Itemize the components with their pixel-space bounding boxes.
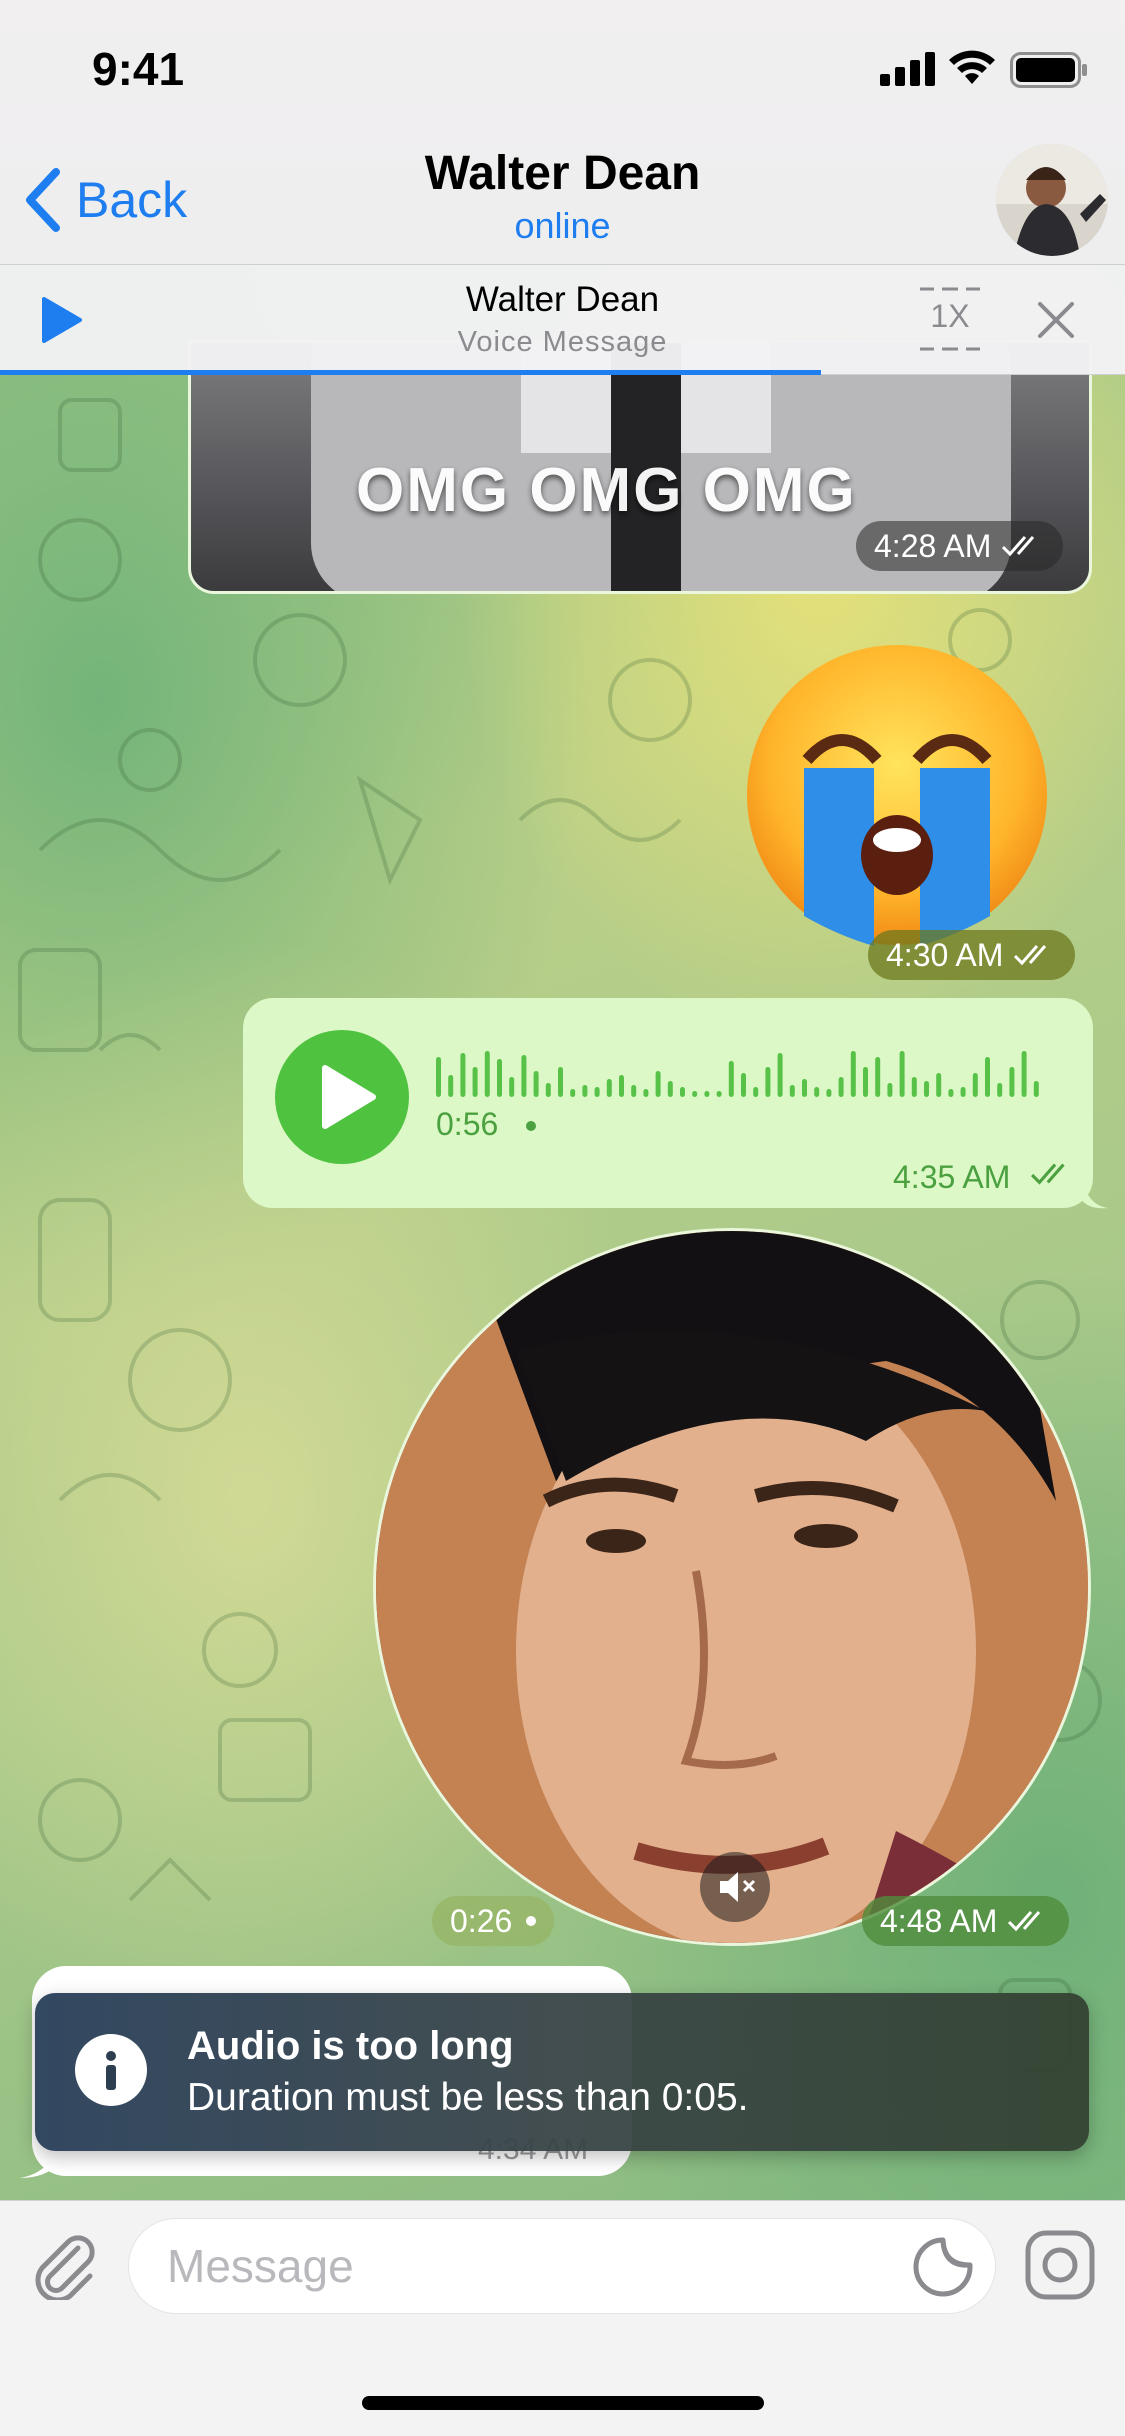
waveform-bar xyxy=(545,1083,551,1097)
waveform-bar xyxy=(533,1071,539,1097)
waveform-bar xyxy=(765,1067,771,1097)
waveform-bar xyxy=(985,1057,990,1097)
cellular-signal-icon xyxy=(880,52,935,86)
waveform-bar xyxy=(997,1083,1003,1097)
waveform-bar xyxy=(826,1089,832,1097)
voice-play-button[interactable] xyxy=(275,1030,409,1164)
waveform-bar xyxy=(972,1073,978,1097)
voice-waveform xyxy=(436,1051,1039,1097)
waveform-bar xyxy=(484,1051,490,1097)
waveform-bar xyxy=(887,1083,893,1097)
message-time-voice: 4:35 AM xyxy=(893,1159,1011,1195)
waveform-bar xyxy=(643,1089,649,1097)
video-message[interactable] xyxy=(373,1228,1091,1946)
message-time-video: 4:48 AM xyxy=(862,1896,1070,1946)
waveform-bar xyxy=(655,1071,661,1097)
waveform-bar xyxy=(863,1067,868,1097)
close-icon[interactable] xyxy=(1036,300,1076,340)
time-label: 4:28 AM xyxy=(874,527,992,564)
status-bar-time: 9:41 xyxy=(92,43,185,95)
waveform-bar xyxy=(936,1073,942,1097)
waveform-bar xyxy=(1009,1067,1015,1097)
waveform-bar xyxy=(899,1051,905,1097)
waveform-bar xyxy=(631,1085,637,1097)
battery-icon xyxy=(1010,52,1087,88)
waveform-bar xyxy=(814,1087,820,1097)
waveform-bar xyxy=(509,1077,515,1097)
video-preview xyxy=(376,1231,1088,1943)
message-input[interactable] xyxy=(128,2218,996,2314)
error-toast[interactable] xyxy=(35,1993,1089,2151)
waveform-bar xyxy=(838,1077,844,1097)
chat-title[interactable]: Walter Dean xyxy=(0,146,1125,201)
home-indicator xyxy=(362,2396,764,2410)
voice-duration: 0:56 xyxy=(436,1106,499,1142)
waveform-bar xyxy=(558,1067,563,1097)
muted-speaker-icon xyxy=(720,1872,756,1902)
time-label: 4:30 AM xyxy=(886,936,1004,973)
waveform-bar xyxy=(924,1081,929,1097)
read-checks-icon xyxy=(1014,945,1047,966)
waveform-bar xyxy=(728,1061,734,1097)
waveform-bar xyxy=(716,1091,722,1097)
waveform-bar xyxy=(777,1053,783,1097)
read-checks-icon xyxy=(1002,536,1035,557)
mute-toggle[interactable] xyxy=(700,1852,770,1922)
toast-message: Duration must be less than 0:05. xyxy=(187,2076,749,2119)
play-icon xyxy=(322,1065,376,1129)
waveform-bar xyxy=(436,1057,441,1097)
waveform-bar xyxy=(460,1053,466,1097)
gif-caption: OMG OMG OMG xyxy=(356,456,857,525)
waveform-bar xyxy=(448,1075,454,1097)
unplayed-dot xyxy=(526,1916,537,1926)
bubble-tail xyxy=(1080,1170,1108,1209)
read-checks-icon xyxy=(1030,1163,1065,1185)
paperclip-icon[interactable] xyxy=(30,2230,100,2300)
waveform-bar xyxy=(521,1055,527,1097)
chat-status: online xyxy=(514,205,611,246)
waveform-bar xyxy=(802,1079,807,1097)
waveform-bar xyxy=(911,1077,917,1097)
video-duration: 0:26 xyxy=(432,1896,555,1946)
waveform-bar xyxy=(619,1075,624,1097)
waveform-bar xyxy=(741,1073,746,1097)
waveform-bar xyxy=(692,1091,698,1097)
waveform-bar xyxy=(960,1087,966,1097)
wifi-icon xyxy=(949,50,995,84)
waveform-bar xyxy=(570,1089,576,1097)
waveform-bar xyxy=(606,1079,612,1097)
sticker-icon[interactable] xyxy=(912,2236,974,2298)
read-checks-icon xyxy=(1008,1911,1041,1932)
waveform-bar xyxy=(789,1085,795,1097)
time-label: 4:48 AM xyxy=(880,1902,998,1939)
waveform-bar xyxy=(875,1057,881,1097)
waveform-bar xyxy=(753,1087,759,1097)
waveform-bar xyxy=(1033,1081,1039,1097)
crying-emoji xyxy=(747,645,1047,946)
waveform-bar xyxy=(704,1091,710,1097)
playback-progress[interactable] xyxy=(0,370,822,375)
waveform-bar xyxy=(948,1089,954,1097)
unplayed-dot xyxy=(526,1121,536,1131)
waveform-bar xyxy=(594,1087,600,1097)
video-camera-icon[interactable] xyxy=(1024,2229,1096,2301)
waveform-bar xyxy=(680,1087,685,1097)
waveform-bar xyxy=(1021,1051,1027,1097)
playback-speed-label: 1X xyxy=(930,298,970,334)
info-icon xyxy=(75,2034,147,2106)
waveform-bar xyxy=(582,1085,588,1097)
duration-label: 0:26 xyxy=(450,1902,513,1939)
toast-title: Audio is too long xyxy=(187,2024,514,2068)
waveform-bar xyxy=(497,1059,502,1097)
avatar[interactable] xyxy=(996,144,1108,256)
message-time-gif: 4:28 AM xyxy=(856,521,1064,571)
message-time-emoji: 4:30 AM xyxy=(868,930,1076,980)
waveform-bar xyxy=(667,1081,673,1097)
waveform-bar xyxy=(850,1051,856,1097)
waveform-bar xyxy=(472,1067,478,1097)
